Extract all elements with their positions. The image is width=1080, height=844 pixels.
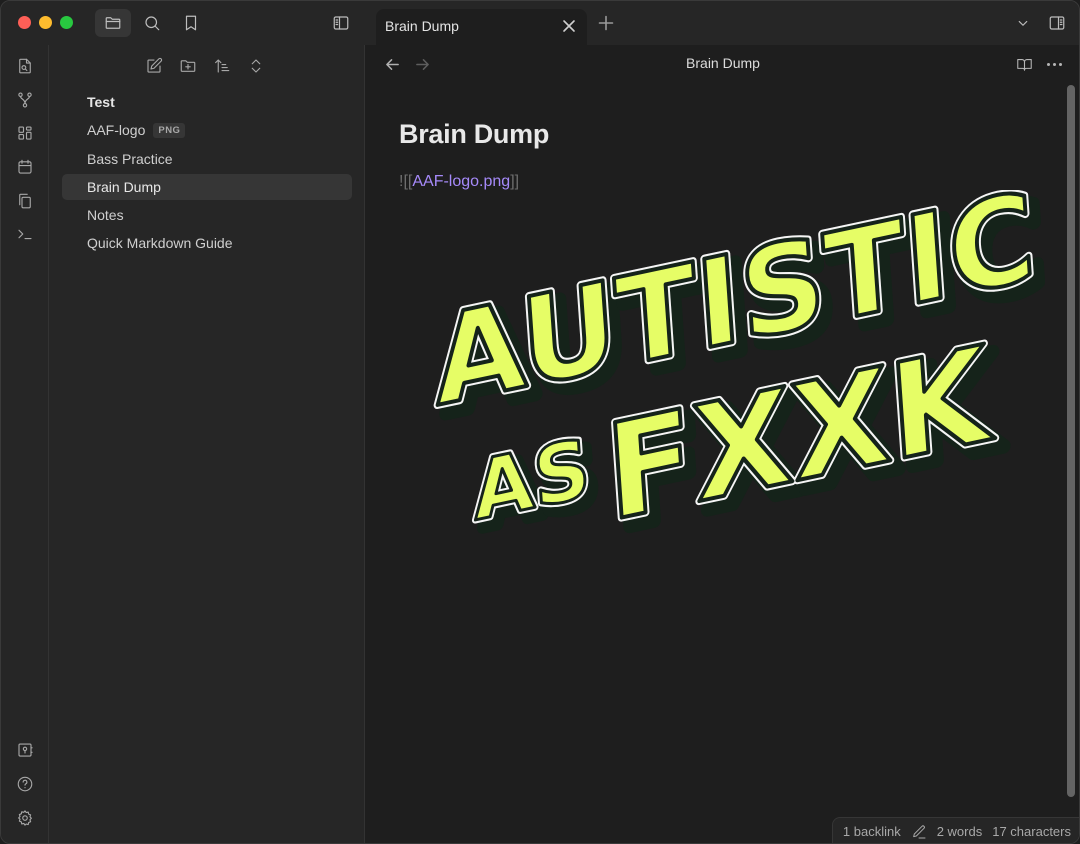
tab-brain-dump[interactable]: Brain Dump: [376, 9, 587, 45]
ribbon: [1, 45, 49, 843]
folder-icon: [105, 17, 121, 29]
sidebar-left-icon: [333, 16, 349, 30]
logo-text-as: AS: [470, 420, 593, 535]
embed-prefix: ![[: [399, 173, 413, 190]
layout-grid-icon: [18, 126, 32, 140]
close-icon: [563, 20, 575, 32]
word-count: 2 words: [936, 824, 983, 839]
sort-button[interactable]: [211, 55, 233, 77]
character-count: 17 characters: [992, 824, 1071, 839]
file-explorer: Test AAF-logo PNG Bass Practice Brain Du…: [49, 45, 365, 843]
more-options-button[interactable]: [1043, 53, 1065, 75]
more-dot-icon: [1058, 62, 1062, 66]
command-palette-button[interactable]: [14, 223, 36, 245]
templates-button[interactable]: [14, 190, 36, 212]
tab-list-button[interactable]: [1005, 9, 1041, 37]
settings-button[interactable]: [14, 807, 36, 829]
book-open-icon: [1016, 58, 1032, 71]
graph-icon: [18, 92, 32, 108]
help-button[interactable]: [14, 773, 36, 795]
vault-icon: [18, 743, 33, 757]
sidebar-right-icon: [1049, 16, 1065, 30]
chevron-down-icon: [1018, 20, 1028, 26]
file-item-quick-markdown-guide[interactable]: Quick Markdown Guide: [62, 230, 352, 256]
tab-title: Brain Dump: [385, 18, 459, 34]
new-folder-button[interactable]: [177, 55, 199, 77]
edit-icon: [147, 57, 163, 73]
canvas-button[interactable]: [14, 122, 36, 144]
status-bar: 1 backlink 2 words 17 characters: [831, 817, 1079, 843]
explorer-actions: [143, 55, 267, 77]
new-note-button[interactable]: [143, 55, 165, 77]
window-close-button[interactable]: [18, 16, 31, 29]
toggle-left-sidebar-button[interactable]: [323, 9, 359, 37]
vault-root-folder[interactable]: Test: [62, 89, 352, 115]
window-maximize-button[interactable]: [60, 16, 73, 29]
chevrons-up-down-icon: [251, 59, 261, 73]
title-bar: Brain Dump: [1, 1, 1079, 45]
daily-note-button[interactable]: [14, 156, 36, 178]
file-explorer-button[interactable]: [95, 9, 131, 37]
note-title[interactable]: Brain Dump: [399, 119, 549, 150]
file-label: AAF-logo: [87, 122, 146, 139]
app-window: Brain Dump Test AAF-logo PNG Bass Practi…: [0, 0, 1080, 844]
search-button[interactable]: [134, 9, 170, 37]
bookmark-icon: [185, 15, 197, 31]
view-header-title[interactable]: Brain Dump: [365, 55, 1079, 71]
file-search-icon: [19, 58, 31, 74]
reading-view-button[interactable]: [1013, 53, 1035, 75]
search-icon: [145, 16, 160, 31]
quick-switcher-button[interactable]: [14, 55, 36, 77]
backlink-count[interactable]: 1 backlink: [843, 824, 901, 839]
embed-markup[interactable]: ![[AAF-logo.png]]: [399, 173, 519, 191]
pencil-icon[interactable]: [911, 824, 927, 840]
graph-view-button[interactable]: [14, 89, 36, 111]
file-item-aaf-logo[interactable]: AAF-logo PNG: [62, 117, 352, 143]
more-dot-icon: [1052, 62, 1056, 66]
bookmarks-button[interactable]: [173, 9, 209, 37]
editor-scrollbar-thumb[interactable]: [1067, 85, 1075, 797]
editor-pane: Brain Dump Brain Dump ![[AAF-logo.png]] …: [365, 45, 1079, 843]
plus-icon: [598, 15, 614, 31]
new-tab-button[interactable]: [597, 14, 615, 32]
more-dot-icon: [1046, 62, 1050, 66]
file-label: Quick Markdown Guide: [87, 235, 233, 252]
vault-switcher-button[interactable]: [14, 739, 36, 761]
collapse-all-button[interactable]: [245, 55, 267, 77]
file-tree: Test AAF-logo PNG Bass Practice Brain Du…: [62, 89, 352, 259]
file-label: Bass Practice: [87, 150, 173, 167]
file-item-bass-practice[interactable]: Bass Practice: [62, 146, 352, 172]
file-label: Notes: [87, 207, 124, 224]
sort-icon: [215, 59, 230, 73]
tab-close-button[interactable]: [560, 17, 578, 35]
terminal-icon: [18, 229, 32, 240]
file-type-badge: PNG: [153, 122, 186, 138]
calendar-icon: [18, 159, 32, 174]
file-label: Brain Dump: [87, 178, 161, 195]
embed-suffix: ]]: [510, 173, 520, 190]
copy-icon: [19, 193, 31, 209]
embedded-logo-image: AUTISTIC AUTISTIC AUTISTIC AS AS AS FXXK…: [425, 190, 1045, 535]
gear-icon: [18, 810, 32, 826]
folder-plus-icon: [180, 60, 196, 72]
window-minimize-button[interactable]: [39, 16, 52, 29]
file-item-notes[interactable]: Notes: [62, 202, 352, 228]
embed-link[interactable]: AAF-logo.png: [412, 173, 510, 190]
file-item-brain-dump[interactable]: Brain Dump: [62, 173, 352, 200]
toggle-right-sidebar-button[interactable]: [1039, 9, 1075, 37]
help-circle-icon: [17, 776, 33, 792]
